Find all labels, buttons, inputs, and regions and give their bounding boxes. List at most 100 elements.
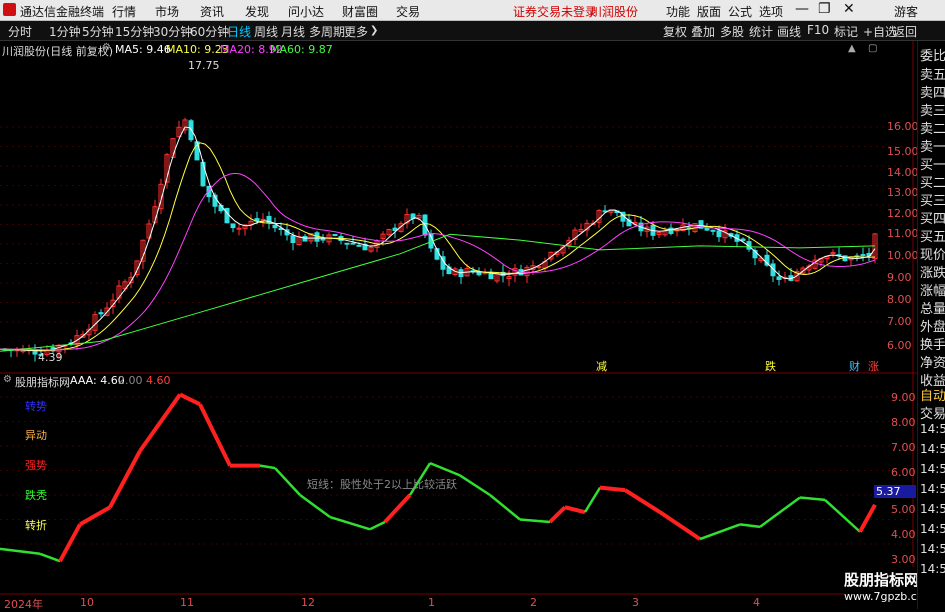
- panel-row: 买一: [920, 158, 945, 173]
- draw-line-button[interactable]: 画线: [777, 23, 801, 40]
- mark-button[interactable]: 标记: [834, 23, 858, 40]
- event-marker[interactable]: 跌: [765, 358, 776, 374]
- adjust-button[interactable]: 复权: [663, 23, 687, 40]
- candle-body: [350, 242, 356, 245]
- settings-gear-icon[interactable]: ⚙: [102, 42, 111, 53]
- candle-body: [200, 161, 206, 187]
- legend-strong: 强势: [25, 459, 47, 472]
- kline-chart-area[interactable]: [0, 41, 917, 609]
- period-15min[interactable]: 15分钟: [115, 23, 154, 40]
- ma5-label: MA5: 9.46: [115, 43, 171, 56]
- event-marker[interactable]: 涨: [868, 358, 879, 374]
- window-icon[interactable]: ▢: [868, 43, 877, 54]
- event-marker[interactable]: 财: [849, 358, 860, 374]
- indicator-segment: [799, 496, 826, 502]
- indicator-segment: [383, 493, 412, 524]
- candle-body: [716, 230, 722, 238]
- indicator-segment: [198, 403, 232, 467]
- indicator-settings-icon[interactable]: ⚙: [3, 374, 12, 385]
- chart-title: 川润股份(日线 前复权): [2, 45, 114, 58]
- price-tick: 10.00: [887, 249, 919, 262]
- add-watchlist-button[interactable]: +自选: [863, 23, 897, 40]
- trade-time: 14:56: [920, 502, 945, 516]
- trade-time: 14:56: [920, 442, 945, 456]
- price-tick: 8.00: [887, 293, 912, 306]
- login-warning[interactable]: 证券交易未登录: [513, 3, 597, 20]
- stats-button[interactable]: 统计: [749, 23, 773, 40]
- price-tick: 15.00: [887, 145, 919, 158]
- period-more[interactable]: 更多: [344, 23, 368, 40]
- panel-row: 委比: [920, 49, 945, 64]
- guest-label[interactable]: 游客: [894, 3, 918, 20]
- more-chevron-icon[interactable]: ❯: [370, 25, 378, 36]
- event-marker[interactable]: 减: [596, 358, 607, 374]
- legend-turning: 转折: [25, 519, 47, 532]
- quote-side-panel: 委比 卖五 卖四 卖三 卖二 卖一 买一 买二 买三 买四 买五 现价 涨跌 涨…: [917, 41, 945, 609]
- f10-button[interactable]: F10: [807, 23, 829, 37]
- panel-row: 买三: [920, 194, 945, 209]
- period-30min[interactable]: 30分钟: [153, 23, 192, 40]
- candle-body: [710, 229, 716, 232]
- period-multi[interactable]: 多周期: [309, 23, 345, 40]
- menu-ask[interactable]: 问小达: [288, 3, 324, 20]
- indicator-segment: [583, 486, 602, 513]
- collapse-icon[interactable]: ▲: [848, 43, 856, 54]
- candle-body: [230, 223, 236, 229]
- price-tick: 11.00: [887, 227, 919, 240]
- indicator-segment: [489, 494, 521, 521]
- trade-time: 14:56: [920, 462, 945, 476]
- panel-row: 总量: [920, 302, 945, 317]
- period-60min[interactable]: 60分钟: [190, 23, 229, 40]
- menu-options[interactable]: 选项: [759, 3, 783, 20]
- period-daily[interactable]: 日线: [227, 23, 251, 40]
- indicator-tick: 3.00: [891, 553, 916, 566]
- watermark: 股朋指标网 www.7gpzb.com: [844, 567, 934, 609]
- panel-row: 净资: [920, 356, 945, 371]
- menu-function[interactable]: 功能: [666, 3, 690, 20]
- candle-body: [98, 312, 104, 315]
- candle-body: [320, 238, 326, 241]
- indicator-title[interactable]: 股朋指标网: [15, 374, 70, 390]
- period-5min[interactable]: 5分钟: [82, 23, 114, 40]
- back-button[interactable]: 返回: [893, 23, 917, 40]
- period-monthly[interactable]: 月线: [281, 23, 305, 40]
- indicator-tick: 6.00: [891, 466, 916, 479]
- period-weekly[interactable]: 周线: [254, 23, 278, 40]
- panel-row: 卖三: [920, 104, 945, 119]
- indicator-segment: [39, 552, 61, 563]
- menu-formula[interactable]: 公式: [728, 3, 752, 20]
- period-toolbar: 分时 1分钟 5分钟 15分钟 30分钟 60分钟 日线 周线 月线 多周期 更…: [0, 21, 945, 41]
- period-1min[interactable]: 1分钟: [49, 23, 81, 40]
- app-title: 通达信金融终端: [20, 5, 105, 19]
- panel-auto-tab[interactable]: 自动: [920, 385, 945, 404]
- restore-icon[interactable]: ❐: [818, 1, 831, 17]
- menu-news[interactable]: 资讯: [200, 3, 224, 20]
- legend-falling: 跌秃: [25, 489, 47, 502]
- trade-time: 14:56: [920, 562, 945, 576]
- menu-layout[interactable]: 版面: [697, 3, 721, 20]
- legend-trend-reversal: 转势: [25, 400, 47, 413]
- indicator-value-2: 2.00: [118, 374, 143, 387]
- menu-market[interactable]: 市场: [155, 3, 179, 20]
- indicator-segment: [548, 505, 567, 524]
- overlay-button[interactable]: 叠加: [691, 23, 715, 40]
- candle-body: [332, 234, 338, 237]
- price-tick: 14.00: [887, 166, 919, 179]
- menu-discover[interactable]: 发现: [245, 3, 269, 20]
- multi-stock-button[interactable]: 多股: [720, 23, 744, 40]
- indicator-tick: 7.00: [891, 441, 916, 454]
- panel-row: 涨跌: [920, 266, 945, 281]
- close-icon[interactable]: ✕: [843, 1, 855, 17]
- cursor-value-box: 5.37: [874, 485, 916, 498]
- minimize-icon[interactable]: —: [795, 1, 809, 17]
- menu-quotes[interactable]: 行情: [112, 3, 136, 20]
- period-intraday[interactable]: 分时: [8, 23, 32, 40]
- menu-trade[interactable]: 交易: [396, 3, 420, 20]
- candle-body: [236, 227, 242, 230]
- indicator-tick: 5.00: [891, 503, 916, 516]
- menu-wealth[interactable]: 财富圈: [342, 3, 378, 20]
- candle-body: [740, 238, 746, 241]
- panel-trade-tab[interactable]: 交易: [920, 403, 945, 422]
- panel-row: 卖五: [920, 68, 945, 83]
- panel-row: 买四: [920, 212, 945, 227]
